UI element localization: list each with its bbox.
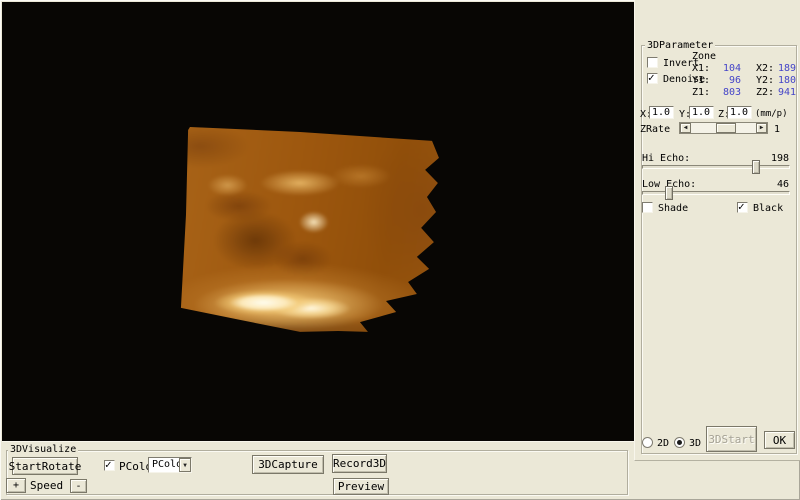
zrate-right-arrow-button[interactable]: ▶ bbox=[756, 123, 767, 133]
mode-3d-label: 3D bbox=[689, 438, 702, 449]
visualize-group-title: 3DVisualize bbox=[8, 444, 79, 455]
mode-3d-radio[interactable] bbox=[674, 437, 685, 448]
parameter-panel: 3DParameter Invert Denoise Zone X1: 104 … bbox=[634, 0, 800, 461]
parameter-group-title: 3DParameter bbox=[645, 40, 716, 51]
black-checkbox[interactable] bbox=[737, 201, 748, 213]
pcolor-dropdown[interactable]: PColor ▼ bbox=[148, 457, 192, 473]
zrate-scrollbar-thumb[interactable] bbox=[716, 123, 736, 133]
preview-button[interactable]: Preview bbox=[333, 478, 389, 495]
start-rotate-button[interactable]: StartRotate bbox=[9, 457, 81, 475]
zone-y1-label: Y1: bbox=[692, 75, 711, 86]
capture3d-button[interactable]: 3DCapture bbox=[252, 455, 324, 474]
zone-x2-value: 189 bbox=[777, 63, 796, 74]
low-echo-thumb[interactable] bbox=[665, 186, 674, 200]
zone-z1-label: Z1: bbox=[692, 87, 711, 98]
zrate-label: ZRate bbox=[640, 124, 671, 135]
zone-x1-value: 104 bbox=[722, 63, 741, 74]
scale-unit-label: (mm/p) bbox=[755, 109, 788, 119]
ok-button[interactable]: OK bbox=[764, 431, 795, 449]
chevron-down-icon: ▼ bbox=[183, 461, 187, 469]
hi-echo-slider[interactable] bbox=[642, 160, 790, 174]
right-arrow-icon: ▶ bbox=[759, 124, 764, 131]
hi-echo-thumb[interactable] bbox=[752, 160, 761, 174]
render-viewport[interactable] bbox=[2, 2, 634, 441]
record3d-button[interactable]: Record3D bbox=[332, 454, 387, 473]
mode-2d-radio[interactable] bbox=[642, 437, 653, 448]
black-label: Black bbox=[753, 203, 784, 214]
ultrasound-render-paint bbox=[180, 126, 439, 332]
scale-x-input[interactable] bbox=[649, 106, 674, 119]
zone-title: Zone bbox=[692, 51, 717, 62]
zrate-left-arrow-button[interactable]: ◀ bbox=[680, 123, 691, 133]
hi-echo-value: 198 bbox=[770, 153, 789, 164]
visualize-panel: 3DVisualize StartRotate + Speed - PColor… bbox=[2, 441, 634, 497]
hi-echo-label: Hi Echo: bbox=[642, 153, 691, 164]
mode-2d-label: 2D bbox=[657, 438, 670, 449]
zone-z2-value: 941 bbox=[777, 87, 796, 98]
zone-y2-value: 180 bbox=[777, 75, 796, 86]
denoise-checkbox[interactable] bbox=[647, 72, 658, 84]
left-arrow-icon: ◀ bbox=[683, 124, 688, 131]
zone-x1-label: X1: bbox=[692, 63, 711, 74]
low-echo-value: 46 bbox=[776, 179, 789, 190]
zone-y1-value: 96 bbox=[728, 75, 741, 86]
speed-minus-button[interactable]: - bbox=[70, 479, 87, 493]
ultrasound-3d-render bbox=[180, 126, 439, 332]
start3d-button[interactable]: 3DStart bbox=[706, 426, 757, 452]
low-echo-slider[interactable] bbox=[642, 186, 790, 200]
scale-y-input[interactable] bbox=[689, 106, 714, 119]
pcolor-dropdown-button[interactable]: ▼ bbox=[179, 458, 191, 472]
pcolor-checkbox[interactable] bbox=[104, 459, 115, 471]
zrate-value: 1 bbox=[774, 124, 781, 135]
application-window: 3DParameter Invert Denoise Zone X1: 104 … bbox=[0, 0, 800, 500]
speed-label: Speed bbox=[30, 479, 64, 492]
zone-z1-value: 803 bbox=[722, 87, 741, 98]
scale-z-input[interactable] bbox=[727, 106, 752, 119]
zrate-scrollbar[interactable]: ◀ ▶ bbox=[679, 122, 768, 134]
shade-label: Shade bbox=[658, 203, 689, 214]
speed-plus-button[interactable]: + bbox=[6, 478, 26, 493]
shade-checkbox[interactable] bbox=[642, 202, 653, 213]
invert-checkbox[interactable] bbox=[647, 57, 658, 68]
